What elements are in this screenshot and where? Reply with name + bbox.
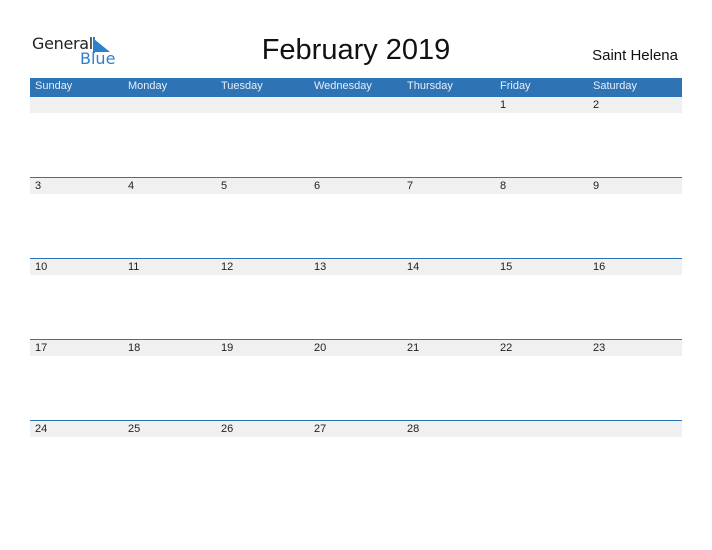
day-number: 25 — [128, 423, 141, 435]
week-row: 24 25 26 27 28 — [30, 420, 682, 501]
weekday-sunday: Sunday — [35, 80, 73, 92]
day-number: 10 — [35, 261, 48, 273]
day-number: 11 — [128, 261, 140, 273]
weekday-wednesday: Wednesday — [314, 80, 372, 92]
day-number: 21 — [407, 342, 420, 354]
day-number: 26 — [221, 423, 234, 435]
day-number: 23 — [593, 342, 606, 354]
day-number: 5 — [221, 180, 228, 192]
day-number: 19 — [221, 342, 234, 354]
date-strip — [30, 97, 682, 113]
day-number: 20 — [314, 342, 327, 354]
weekday-monday: Monday — [128, 80, 168, 92]
day-number: 1 — [500, 99, 507, 111]
weekday-friday: Friday — [500, 80, 531, 92]
day-number: 6 — [314, 180, 321, 192]
day-number: 3 — [35, 180, 42, 192]
weekday-thursday: Thursday — [407, 80, 453, 92]
week-row: 12 — [30, 97, 682, 177]
day-number: 13 — [314, 261, 327, 273]
weekday-saturday: Saturday — [593, 80, 638, 92]
day-number: 16 — [593, 261, 606, 273]
day-number: 8 — [500, 180, 507, 192]
day-number: 17 — [35, 342, 48, 354]
day-number: 24 — [35, 423, 48, 435]
week-row: 3 4 5 6 7 8 9 — [30, 177, 682, 258]
week-row: 17 18 19 20 21 22 23 — [30, 339, 682, 420]
day-number: 22 — [500, 342, 513, 354]
weekday-header: Sunday Monday Tuesday Wednesday Thursday… — [30, 78, 682, 97]
weekday-tuesday: Tuesday — [221, 80, 263, 92]
week-row: 10 11 12 13 14 15 16 — [30, 258, 682, 339]
day-number: 7 — [407, 180, 414, 192]
day-number: 28 — [407, 423, 420, 435]
day-number: 2 — [593, 99, 600, 111]
day-number: 27 — [314, 423, 327, 435]
day-number: 14 — [407, 261, 420, 273]
day-number: 9 — [593, 180, 600, 192]
day-number: 4 — [128, 180, 135, 192]
day-number: 12 — [221, 261, 234, 273]
day-number: 15 — [500, 261, 513, 273]
region-label: Saint Helena — [592, 47, 678, 64]
day-number: 18 — [128, 342, 141, 354]
